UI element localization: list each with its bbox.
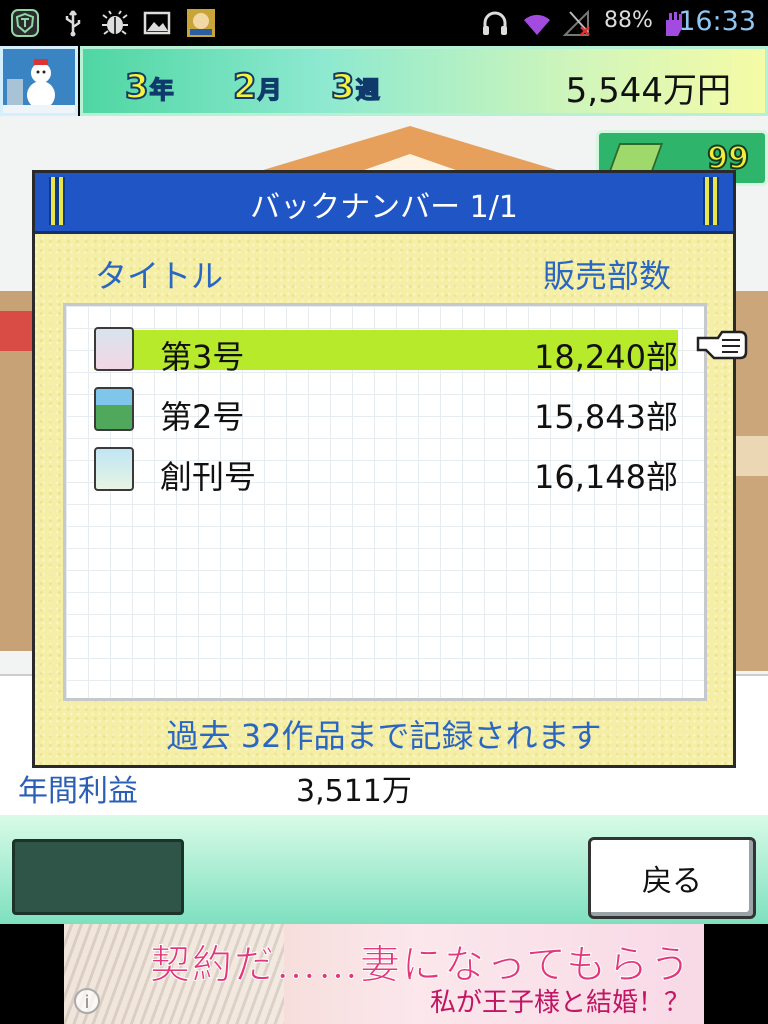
date-money-bar: 3年 2月 3週 5,544万円 bbox=[80, 46, 768, 116]
bottom-bar: 戻る bbox=[0, 812, 768, 924]
pointing-hand-cursor-icon bbox=[696, 330, 748, 360]
ad-subline: 私が王子様と結婚！？ bbox=[429, 988, 690, 1018]
dialog-title: バックナンバー 1/1 bbox=[250, 190, 518, 225]
list-item[interactable]: 第2号 15,843部 bbox=[94, 387, 678, 436]
month-unit: 月 bbox=[257, 75, 283, 105]
week-number: 3 bbox=[330, 66, 356, 108]
building-right-window bbox=[732, 436, 768, 476]
record-limit-note: 過去 32作品まで記録されます bbox=[166, 717, 602, 755]
date-week: 3週 bbox=[330, 66, 381, 108]
stats-label-annual-profit: 年間利益 bbox=[18, 774, 138, 809]
issue-sales: 15,843部 bbox=[534, 398, 678, 436]
column-header-sales: 販売部数 bbox=[542, 257, 671, 295]
empty-panel-slot bbox=[12, 839, 184, 915]
issue-title: 第3号 bbox=[160, 338, 245, 376]
wifi-icon bbox=[524, 14, 550, 36]
shield-app-icon bbox=[11, 9, 39, 37]
snowman-icon bbox=[3, 49, 75, 113]
status-bar: 88% 16:33 bbox=[0, 0, 768, 46]
status-clock: 16:33 bbox=[678, 6, 756, 37]
ad-info-icon[interactable]: i bbox=[74, 988, 100, 1014]
year-unit: 年 bbox=[149, 75, 175, 105]
dialog-title-bar: バックナンバー 1/1 bbox=[35, 173, 733, 234]
date-year: 3年 bbox=[124, 66, 175, 108]
debug-bug-icon bbox=[102, 10, 128, 35]
image-icon bbox=[143, 11, 171, 35]
list-item[interactable]: 第3号 18,240部 bbox=[94, 327, 678, 376]
issue-title: 第2号 bbox=[160, 398, 245, 436]
stats-value-annual-profit: 3,511万 bbox=[296, 774, 412, 809]
year-number: 3 bbox=[124, 66, 150, 108]
usb-icon bbox=[65, 10, 81, 37]
battery-percent: 88% bbox=[604, 8, 653, 33]
back-number-list: 第3号 18,240部 第2号 15,843部 創刊号 16,148部 bbox=[63, 303, 707, 701]
issue-thumbnail bbox=[94, 327, 134, 371]
list-item[interactable]: 創刊号 16,148部 bbox=[94, 447, 678, 496]
issue-sales: 16,148部 bbox=[534, 458, 678, 496]
week-unit: 週 bbox=[355, 75, 381, 105]
back-button[interactable]: 戻る bbox=[588, 837, 756, 919]
game-app-icon bbox=[187, 9, 215, 37]
date-month: 2月 bbox=[232, 66, 283, 108]
building-left-sign bbox=[0, 311, 36, 351]
back-number-dialog: バックナンバー 1/1 タイトル 販売部数 第3号 18,240部 第2号 15… bbox=[32, 170, 736, 768]
column-header-title: タイトル bbox=[95, 257, 224, 295]
issue-sales: 18,240部 bbox=[534, 338, 678, 376]
headphones-icon bbox=[483, 11, 507, 35]
ad-banner[interactable]: 契約だ……妻になってもらう 私が王子様と結婚！？ i bbox=[64, 924, 704, 1024]
season-snowman-icon[interactable] bbox=[0, 46, 78, 116]
issue-thumbnail bbox=[94, 447, 134, 491]
issue-title: 創刊号 bbox=[160, 458, 257, 496]
signal-no-sim-icon bbox=[562, 9, 590, 36]
money-total: 5,544万円 bbox=[565, 71, 731, 111]
month-number: 2 bbox=[232, 66, 258, 108]
issue-thumbnail bbox=[94, 387, 134, 431]
